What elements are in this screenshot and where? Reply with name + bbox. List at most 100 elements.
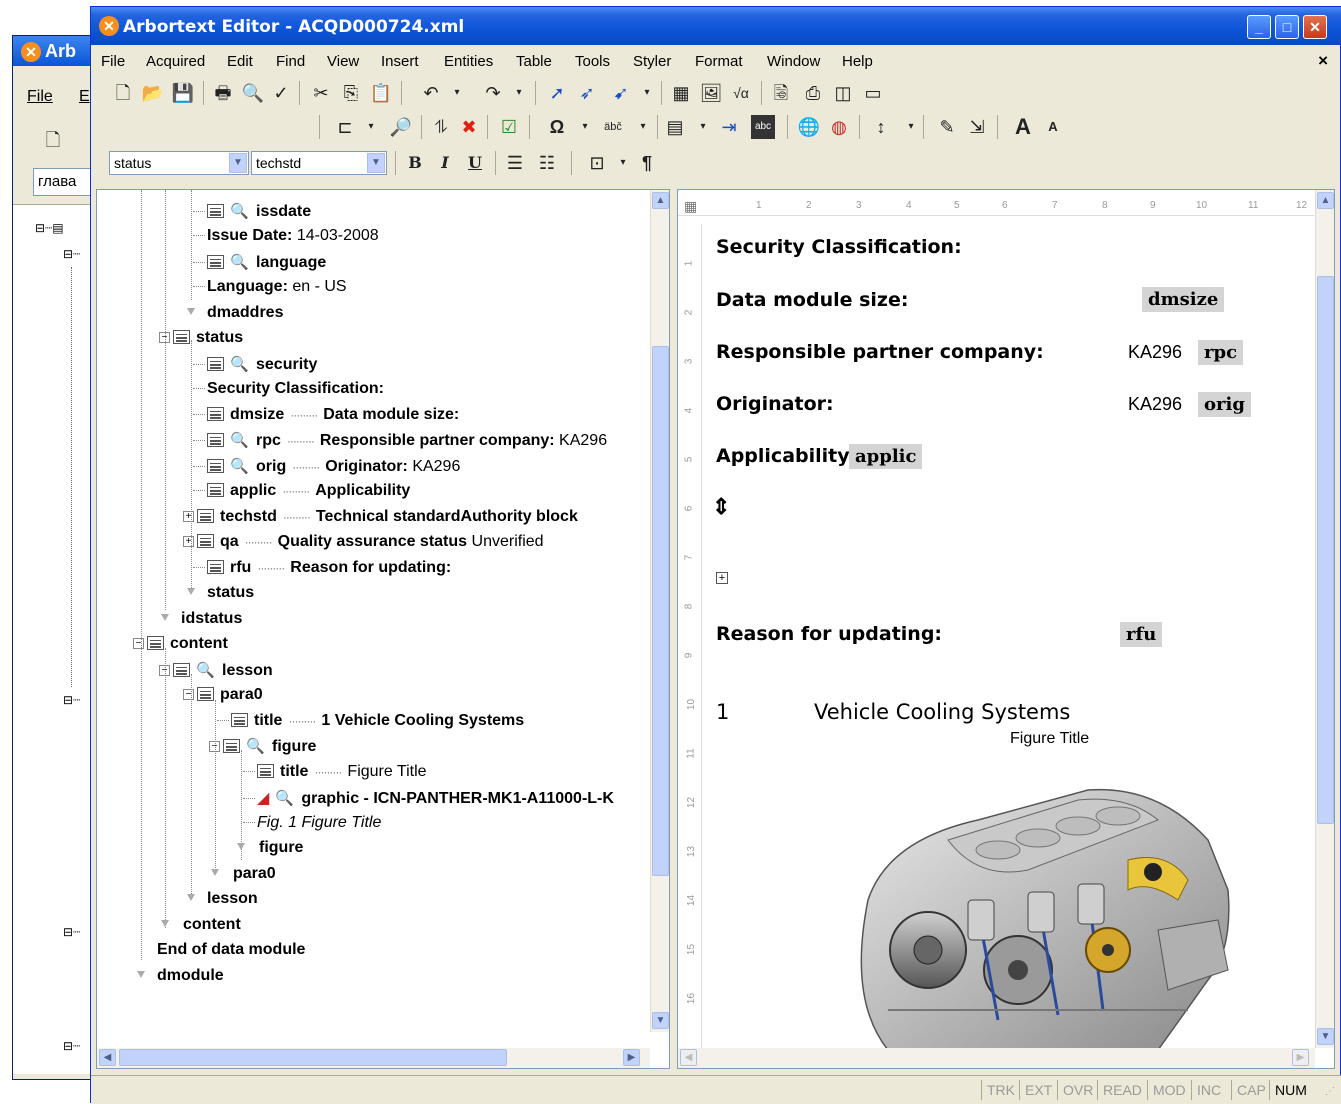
cut-icon[interactable]: ✂ [309, 81, 333, 105]
scroll-left-icon[interactable]: ◀ [680, 1049, 697, 1066]
omega-special-char-icon[interactable]: Ω [545, 115, 569, 139]
preview-icon[interactable]: 🗟 [769, 81, 793, 105]
markup-dropdown-icon[interactable]: ▾ [635, 81, 659, 105]
document-horizontal-scrollbar[interactable]: ◀ ▶ [678, 1048, 1315, 1068]
tree-node-lesson-end[interactable]: lesson [207, 890, 258, 912]
tree-node-figure[interactable]: − 🔍 figure [209, 737, 316, 759]
split-markup-icon[interactable]: ➹ [609, 81, 633, 105]
originator-value[interactable]: KA296 [1128, 394, 1182, 415]
compose-icon[interactable]: ⎙ [801, 81, 825, 105]
bg-menu-edit[interactable]: E [79, 88, 90, 106]
attribute-icon[interactable]: 🔎 [389, 115, 413, 139]
tree-node-rfu[interactable]: rfu ········· Reason for updating: [193, 559, 451, 581]
format-icon[interactable]: ⇲ [965, 115, 989, 139]
table-icon[interactable]: ▦ [669, 81, 693, 105]
rpc-value[interactable]: KA296 [1128, 342, 1182, 363]
menu-acquired[interactable]: Acquired [146, 53, 205, 70]
tree-node-title[interactable]: title ········· 1 Vehicle Cooling Systems [217, 712, 524, 734]
scroll-up-icon[interactable]: ▲ [652, 192, 669, 209]
bg-tree-node-icon[interactable]: ⊟┈ [63, 1039, 87, 1057]
chevron-down-icon[interactable]: ▼ [367, 153, 385, 173]
menu-format[interactable]: Format [695, 53, 743, 70]
line-spacing-icon[interactable]: ↕ [869, 115, 893, 139]
spellcheck-icon[interactable]: ✓ [269, 81, 293, 105]
figure-title[interactable]: Figure Title [1010, 730, 1089, 748]
font-decrease-icon[interactable]: A [1041, 115, 1065, 139]
include-icon[interactable]: ⇥ [717, 115, 741, 139]
techstd-expand-icon[interactable]: ⇕ [712, 494, 730, 520]
tree-node-caption[interactable]: Fig. 1 Figure Title [243, 814, 381, 836]
tree-node-techstd[interactable]: + techstd ········· Technical standardAutho… [183, 508, 578, 530]
change-markup-icon[interactable]: ➶ [575, 81, 599, 105]
bg-tree-node-icon[interactable]: ⊟┈ [63, 925, 87, 943]
tree-node-status[interactable]: − status [159, 329, 243, 351]
undo-dropdown-icon[interactable]: ▾ [445, 81, 469, 105]
tree-node-dmodule-end[interactable]: dmodule [157, 967, 224, 989]
tree-node-dmsize[interactable]: dmsize ········· Data module size: [193, 406, 459, 428]
tree-node-content[interactable]: − content [133, 635, 228, 657]
menu-file[interactable]: File [101, 53, 125, 70]
tree-node-status-end[interactable]: status [207, 584, 254, 606]
panel-icon[interactable]: ▭ [861, 81, 885, 105]
abc-icon[interactable]: abc [751, 115, 775, 139]
scroll-right-icon[interactable]: ▶ [1292, 1049, 1309, 1066]
tree-node-rpc[interactable]: 🔍 rpc ········· Responsible partner company… [193, 431, 607, 453]
collapse-icon[interactable]: − [159, 665, 170, 677]
tree-vertical-scrollbar[interactable]: ▲ ▼ [650, 190, 669, 1032]
bulleted-list-icon[interactable]: ☷ [535, 151, 559, 175]
save-icon[interactable]: 💾 [171, 81, 195, 105]
menu-window[interactable]: Window [767, 53, 820, 70]
validate-icon[interactable]: ☑ [497, 115, 521, 139]
insert-block-icon[interactable]: ⊡ [585, 151, 609, 175]
tags-icon[interactable]: ⊏ [333, 115, 357, 139]
close-button[interactable]: ✕ [1303, 15, 1327, 39]
tree-node-language[interactable]: 🔍 language [193, 253, 326, 275]
collapse-icon[interactable]: − [159, 332, 170, 344]
bg-tree-node-icon[interactable]: ⊟┈ [63, 693, 87, 711]
tree-node-dmaddres-end[interactable]: dmaddres [207, 304, 283, 326]
link-icon[interactable]: ⥮ [429, 115, 453, 139]
bg-tree-node-icon[interactable]: ⊟┈ [63, 247, 87, 265]
tree-node-orig[interactable]: 🔍 orig ········· Originator: KA296 [193, 457, 460, 479]
expand-icon[interactable]: + [183, 511, 194, 523]
menu-find[interactable]: Find [276, 53, 305, 70]
menu-styler[interactable]: Styler [633, 53, 671, 70]
scroll-down-icon[interactable]: ▼ [1317, 1028, 1334, 1045]
bold-button[interactable]: B [403, 151, 427, 175]
tree-node-figure-title[interactable]: title ········· Figure Title [243, 763, 427, 785]
document-close-button[interactable]: × [1318, 51, 1328, 71]
element-combo[interactable]: status ▼ [109, 151, 249, 175]
pilcrow-button[interactable]: ¶ [635, 151, 659, 175]
tree-node-para0-end[interactable]: para0 [233, 865, 276, 887]
applic-tag[interactable]: applic [849, 444, 923, 469]
new-icon[interactable]: 🗋 [111, 81, 135, 105]
scroll-up-icon[interactable]: ▲ [1317, 192, 1334, 209]
tree-node-para0[interactable]: − para0 [183, 686, 263, 708]
paste-icon[interactable]: 📋 [369, 81, 393, 105]
minimize-button[interactable]: _ [1247, 15, 1271, 39]
resize-grip-icon[interactable]: ⋰ [1325, 1086, 1335, 1097]
background-titlebar[interactable]: ✕ Arb [13, 36, 101, 66]
section-title[interactable]: Vehicle Cooling Systems [814, 700, 1070, 724]
scroll-left-icon[interactable]: ◀ [99, 1049, 116, 1066]
dmsize-tag[interactable]: dmsize [1142, 287, 1225, 312]
spelling-options-icon[interactable]: äbč [601, 115, 625, 139]
tree-horizontal-scrollbar[interactable]: ◀ ▶ [97, 1048, 650, 1068]
table-grid-icon[interactable]: ▦ [684, 198, 697, 215]
maximize-button[interactable]: □ [1275, 15, 1299, 39]
redo-icon[interactable]: ↷ [481, 81, 505, 105]
tree-node-content-end[interactable]: content [183, 916, 241, 938]
document-dropdown-icon[interactable]: ▾ [691, 115, 715, 139]
menu-edit[interactable]: Edit [227, 53, 253, 70]
document-vertical-scrollbar[interactable]: ▲ ▼ [1315, 190, 1334, 1048]
find-icon[interactable]: 🔍 [241, 81, 265, 105]
engine-illustration[interactable] [828, 780, 1248, 1050]
collapse-icon[interactable]: − [209, 741, 220, 753]
expand-icon[interactable]: + [183, 536, 194, 548]
rpc-tag[interactable]: rpc [1198, 340, 1244, 365]
underline-button[interactable]: U [463, 151, 487, 175]
print-icon[interactable]: 🖶 [211, 81, 235, 105]
menu-entities[interactable]: Entities [444, 53, 493, 70]
rfu-tag[interactable]: rfu [1120, 622, 1163, 647]
redo-dropdown-icon[interactable]: ▾ [507, 81, 531, 105]
